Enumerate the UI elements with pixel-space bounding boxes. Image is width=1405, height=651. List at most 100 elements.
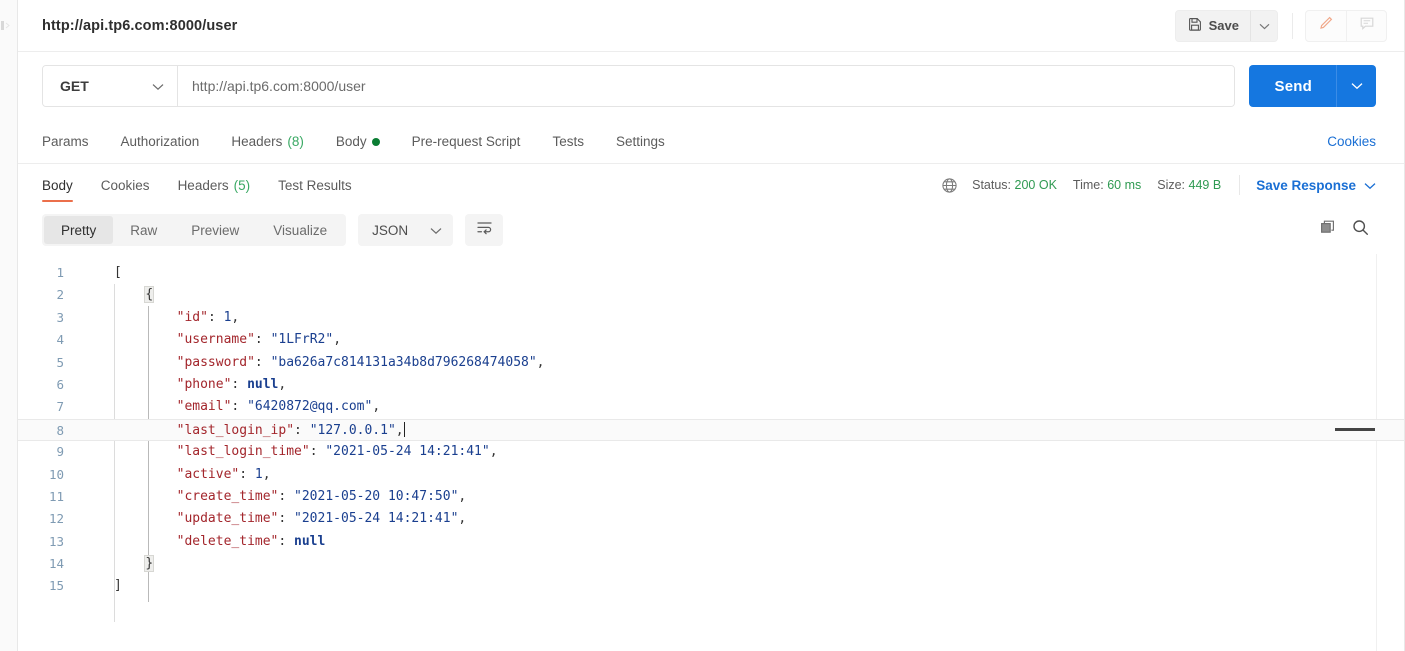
send-button-group: Send (1248, 65, 1376, 107)
code-line[interactable]: 6 "phone": null, (18, 374, 1405, 396)
code-line[interactable]: 5 "password": "ba626a7c814131a34b8d79626… (18, 352, 1405, 374)
save-button-group: Save (1174, 9, 1278, 42)
size-value: 449 B (1188, 178, 1222, 192)
tab-label: Settings (615, 134, 665, 149)
text-cursor (403, 421, 405, 437)
code-line[interactable]: 4 "username": "1LFrR2", (18, 329, 1405, 351)
code-token: null (294, 533, 326, 549)
tab-label: Authorization (120, 134, 200, 149)
code-text: "delete_time": null (76, 531, 1405, 553)
search-icon (1352, 219, 1369, 241)
send-button[interactable]: Send (1249, 65, 1336, 107)
postman-app-window: http://api.tp6.com:8000/user Save GET ht… (0, 0, 1405, 651)
response-format-value: JSON (372, 222, 409, 238)
tab-authorization[interactable]: Authorization (121, 134, 200, 149)
code-line[interactable]: 9 "last_login_time": "2021-05-24 14:21:4… (18, 441, 1405, 463)
save-button-label: Save (1208, 18, 1239, 33)
tab-pre-request-script[interactable]: Pre-request Script (412, 134, 521, 149)
response-tab-headers[interactable]: Headers (5) (178, 164, 251, 206)
code-token: : (309, 444, 326, 460)
code-line[interactable]: 3 "id": 1, (18, 307, 1405, 329)
tab-headers[interactable]: Headers (8) (231, 134, 304, 149)
http-method-select[interactable]: GET (43, 66, 178, 106)
line-number: 7 (56, 399, 64, 415)
code-token: { (144, 286, 155, 304)
code-token: "password" (176, 354, 255, 370)
send-options-button[interactable] (1336, 65, 1376, 107)
tab-settings[interactable]: Settings (616, 134, 665, 149)
word-wrap-button[interactable] (465, 214, 504, 246)
code-line[interactable]: 1[ (18, 262, 1405, 284)
code-token: , (333, 332, 342, 348)
request-header-bar: http://api.tp6.com:8000/user Save (18, 0, 1405, 52)
code-text: ] (76, 575, 1405, 597)
view-pretty[interactable]: Pretty (44, 216, 114, 244)
code-text: [ (76, 262, 1405, 284)
code-text: "active": 1, (76, 464, 1405, 486)
code-line[interactable]: 10 "active": 1, (18, 464, 1405, 486)
response-tab-cookies[interactable]: Cookies (101, 164, 150, 206)
code-line[interactable]: 13 "delete_time": null (18, 531, 1405, 553)
line-number: 10 (48, 466, 64, 482)
code-token: , (262, 466, 271, 482)
tab-label: Pre-request Script (411, 134, 521, 149)
chevron-down-icon (1364, 178, 1376, 193)
code-token: : (278, 533, 295, 549)
response-headers-count: (5) (233, 177, 251, 193)
tab-params[interactable]: Params (42, 134, 89, 149)
status-label: Status: (972, 178, 1012, 192)
save-button[interactable]: Save (1175, 10, 1250, 41)
line-number: 2 (56, 287, 64, 303)
url-input[interactable]: http://api.tp6.com:8000/user (178, 66, 1234, 106)
line-number: 9 (56, 444, 64, 460)
code-token: : (239, 466, 255, 482)
code-token: : (231, 399, 248, 415)
time-meta: Time: 60 ms (1073, 178, 1141, 192)
sidebar-expand-icon[interactable] (1, 20, 10, 31)
view-visualize[interactable]: Visualize (256, 216, 344, 244)
line-number: 4 (56, 332, 64, 348)
request-title: http://api.tp6.com:8000/user (42, 17, 238, 34)
response-body-editor[interactable]: 1[2 {3 "id": 1, 4 "username": "1LFrR2", 5 … (18, 254, 1405, 651)
tab-label: Body (335, 134, 367, 149)
view-raw[interactable]: Raw (113, 216, 174, 244)
copy-button[interactable] (1312, 216, 1344, 244)
code-token: "2021-05-24 14:21:41" (325, 444, 490, 460)
code-line[interactable]: 15] (18, 575, 1405, 597)
tab-tests[interactable]: Tests (552, 134, 584, 149)
copy-icon (1320, 219, 1337, 241)
line-number: 12 (48, 511, 64, 527)
code-line[interactable]: 14 } (18, 553, 1405, 575)
response-tab-body[interactable]: Body (42, 164, 73, 206)
code-token: } (144, 555, 155, 573)
code-line[interactable]: 8 "last_login_ip": "127.0.0.1", (18, 418, 1405, 442)
line-number: 15 (48, 578, 64, 594)
code-line[interactable]: 2 { (18, 284, 1405, 306)
search-button[interactable] (1344, 216, 1376, 244)
edit-request-button[interactable] (1306, 11, 1346, 41)
save-options-button[interactable] (1250, 10, 1277, 41)
cookies-link[interactable]: Cookies (1327, 134, 1376, 149)
code-line[interactable]: 11 "create_time": "2021-05-20 10:47:50", (18, 486, 1405, 508)
code-lines[interactable]: 1[2 {3 "id": 1, 4 "username": "1LFrR2", 5 … (18, 254, 1405, 598)
code-line[interactable]: 12 "update_time": "2021-05-24 14:21:41", (18, 508, 1405, 530)
comments-button[interactable] (1346, 10, 1386, 41)
response-format-select[interactable]: JSON (358, 214, 454, 246)
body-has-content-dot-icon (371, 137, 380, 146)
response-tab-test-results[interactable]: Test Results (278, 164, 352, 206)
save-response-button[interactable]: Save Response (1256, 178, 1376, 193)
view-preview[interactable]: Preview (174, 216, 256, 244)
code-token: null (247, 376, 279, 392)
code-token: ] (114, 578, 122, 594)
http-method-value: GET (60, 78, 89, 94)
request-response-pane: http://api.tp6.com:8000/user Save GET ht… (18, 0, 1405, 651)
tab-body[interactable]: Body (336, 134, 380, 149)
line-number: 1 (56, 265, 64, 280)
tab-label: Headers (231, 134, 283, 149)
code-line[interactable]: 7 "email": "6420872@qq.com", (18, 396, 1405, 418)
floppy-disk-icon (1188, 17, 1202, 34)
code-token: "username" (176, 332, 255, 348)
pencil-icon (1318, 15, 1334, 36)
code-token: "6420872@qq.com" (247, 399, 373, 415)
globe-icon[interactable] (941, 177, 958, 194)
